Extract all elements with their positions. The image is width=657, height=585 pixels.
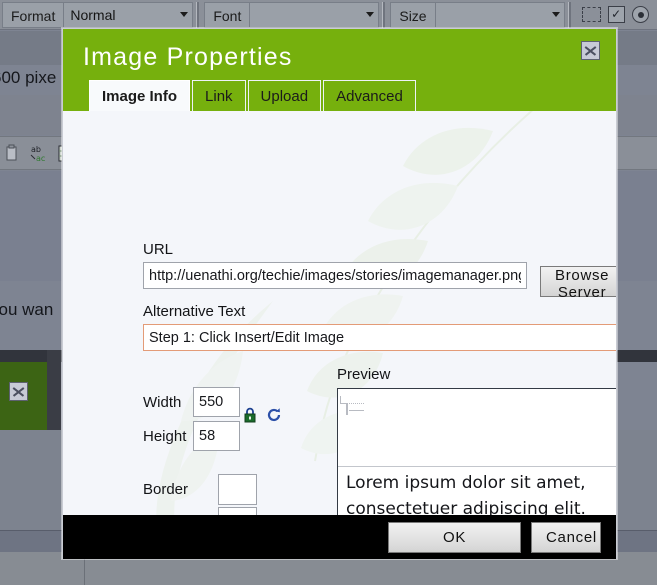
chevron-down-icon <box>366 12 375 17</box>
format-dropdown[interactable]: Normal <box>63 1 194 28</box>
paste-icon[interactable] <box>2 144 21 163</box>
tab-link[interactable]: Link <box>192 80 246 111</box>
alt-text-label: Alternative Text <box>143 303 246 320</box>
url-input[interactable] <box>143 262 527 289</box>
editor-image-block <box>0 362 47 430</box>
broken-image-icon <box>346 396 348 415</box>
image-properties-dialog: Image Properties Image Info Link Upload … <box>62 28 617 559</box>
border-input[interactable] <box>218 474 257 505</box>
preview-image-area <box>338 389 616 467</box>
checkbox-icon[interactable]: ✓ <box>607 6 625 23</box>
size-control[interactable]: Size <box>390 1 565 28</box>
height-row: Height <box>143 420 240 452</box>
spellcheck-icon[interactable]: ab ac <box>30 144 49 163</box>
format-control[interactable]: Format Normal <box>2 1 194 28</box>
dimension-field-group: Width Height <box>143 386 240 454</box>
url-label: URL <box>143 241 174 258</box>
width-input[interactable] <box>193 387 240 417</box>
dialog-tabs: Image Info Link Upload Advanced <box>89 80 418 111</box>
svg-text:ab: ab <box>31 145 41 154</box>
toolbar-separator <box>382 1 386 28</box>
preview-text: Lorem ipsum dolor sit amet, consectetuer… <box>346 473 586 515</box>
height-input[interactable] <box>193 421 240 451</box>
alt-text-input[interactable] <box>143 324 616 351</box>
format-label: Format <box>2 1 64 28</box>
border-row: Border <box>143 473 314 506</box>
hspace-row: HSpace <box>143 506 314 515</box>
url-field-group: URL <box>143 241 527 289</box>
preview-section: Preview Lorem ipsum dolor sit amet, cons… <box>337 366 616 515</box>
alt-text-field-group: Alternative Text <box>143 303 616 351</box>
dialog-header: Image Properties Image Info Link Upload … <box>63 29 616 111</box>
close-icon[interactable] <box>581 41 600 60</box>
ok-button[interactable]: OK <box>388 521 521 553</box>
size-dropdown[interactable] <box>434 1 565 28</box>
editor-toolbar: Format Normal Font Size ✓ <box>0 0 657 30</box>
dialog-body: URL Browse Server Alternative Text Width… <box>63 111 616 515</box>
tab-advanced[interactable]: Advanced <box>323 80 416 111</box>
toolbar-separator <box>196 1 200 28</box>
tab-image-info[interactable]: Image Info <box>89 80 191 111</box>
height-label: Height <box>143 427 187 445</box>
browse-server-button[interactable]: Browse Server <box>540 266 616 301</box>
font-dropdown[interactable] <box>249 1 380 28</box>
preview-box[interactable]: Lorem ipsum dolor sit amet, consectetuer… <box>337 388 616 515</box>
format-value: Normal <box>70 6 116 23</box>
ratio-controls <box>243 407 282 428</box>
reset-size-icon[interactable] <box>266 407 282 428</box>
dialog-footer: OK Cancel <box>63 515 616 559</box>
size-label: Size <box>390 1 435 28</box>
width-row: Width <box>143 386 240 418</box>
font-control[interactable]: Font <box>204 1 380 28</box>
font-label: Font <box>204 1 250 28</box>
hspace-label: HSpace <box>143 514 218 515</box>
toolbar-icon-group: ✓ <box>581 6 649 23</box>
hspace-input[interactable] <box>218 507 257 515</box>
page-title: Image Properties <box>83 43 293 71</box>
tab-upload[interactable]: Upload <box>247 80 322 111</box>
editor-text-line-2: you wan <box>0 300 54 319</box>
chevron-down-icon <box>551 12 560 17</box>
select-all-icon[interactable] <box>581 7 601 22</box>
cancel-button[interactable]: Cancel <box>531 521 601 553</box>
border-label: Border <box>143 481 189 498</box>
preview-label: Preview <box>337 366 391 383</box>
toolbar-separator <box>567 1 571 28</box>
chevron-down-icon <box>180 12 189 17</box>
lock-ratio-icon[interactable] <box>243 407 257 428</box>
radio-button-icon[interactable] <box>631 6 649 23</box>
spacing-field-group: Border HSpace VSpace Align <box>143 473 314 515</box>
svg-text:ac: ac <box>36 154 45 163</box>
width-label: Width <box>143 393 182 411</box>
editor-text-line-1: 600 pixe <box>0 68 57 87</box>
broken-image-icon <box>9 382 28 401</box>
